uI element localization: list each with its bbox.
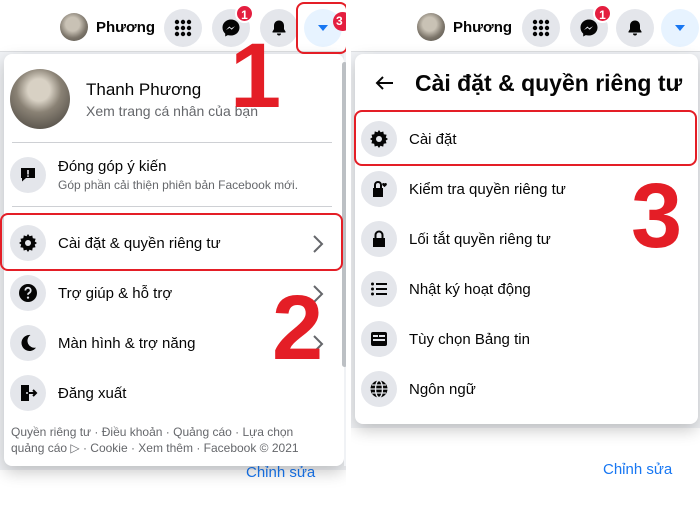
menu-title: Cài đặt & quyền riêng tư xyxy=(415,69,683,96)
feedback-title: Đóng góp ý kiến xyxy=(58,158,167,175)
grid-icon xyxy=(532,19,550,37)
divider xyxy=(12,206,332,207)
top-navigation-bar: Phương 1 3 xyxy=(0,0,346,52)
step-number: 3 xyxy=(631,165,683,267)
news-feed-icon xyxy=(371,332,387,346)
globe-icon xyxy=(370,379,388,399)
notification-badge: 1 xyxy=(235,4,254,23)
menu-grid-button[interactable] xyxy=(522,9,560,47)
right-screenshot: Phương 1 Chỉnh sửa Cài đặt & quyền riêng… xyxy=(351,0,700,525)
edit-link[interactable]: Chỉnh sửa xyxy=(603,461,672,478)
menu-item-label: Lối tắt quyền riêng tư xyxy=(409,230,551,248)
footer-links[interactable]: Quyền riêng tư · Điều khoản · Quảng cáo … xyxy=(11,424,331,456)
menu-item-label: Nhật ký hoạt động xyxy=(409,280,531,298)
feedback-row[interactable]: Đóng góp ý kiến Góp phần cải thiện phiên… xyxy=(10,152,336,198)
profile-chip-name: Phương xyxy=(453,18,513,36)
highlight-box xyxy=(296,2,346,54)
lock-icon xyxy=(373,230,385,247)
list-icon xyxy=(371,282,387,296)
menu-item-activity-log[interactable]: Nhật ký hoạt động xyxy=(361,266,690,312)
caret-down-icon xyxy=(675,25,685,31)
lock-heart-icon xyxy=(373,181,387,197)
menu-item-label: Tùy chọn Bảng tin xyxy=(409,330,530,348)
profile-avatar xyxy=(10,69,70,129)
divider xyxy=(12,142,332,143)
back-button[interactable] xyxy=(369,68,399,98)
menu-item-language[interactable]: Ngôn ngữ xyxy=(361,366,690,412)
menu-item-label: Màn hình & trợ năng xyxy=(58,334,196,352)
step-number: 2 xyxy=(272,277,324,379)
step-number: 1 xyxy=(230,25,282,127)
question-icon xyxy=(19,284,37,302)
profile-chip[interactable]: Phương xyxy=(60,10,155,44)
moon-icon xyxy=(21,334,36,351)
highlight-box xyxy=(0,213,343,271)
menu-item-news-feed-preferences[interactable]: Tùy chọn Bảng tin xyxy=(361,316,690,362)
account-menu-button[interactable] xyxy=(661,9,699,47)
left-screenshot: Phương 1 3 Chỉnh sửa Thanh Phương Xem tr… xyxy=(0,0,346,525)
avatar xyxy=(60,13,88,41)
menu-header: Cài đặt & quyền riêng tư xyxy=(369,68,682,98)
logout-icon xyxy=(21,385,38,401)
menu-item-label: Ngôn ngữ xyxy=(409,380,476,398)
highlight-box xyxy=(354,110,697,166)
arrow-left-icon xyxy=(375,76,393,90)
notifications-button[interactable] xyxy=(616,9,654,47)
footer-line[interactable]: quảng cáo ▷ · Cookie · Xem thêm · Facebo… xyxy=(11,440,331,456)
footer-line[interactable]: Quyền riêng tư · Điều khoản · Quảng cáo … xyxy=(11,424,331,440)
menu-grid-button[interactable] xyxy=(164,9,202,47)
avatar xyxy=(417,13,445,41)
notification-badge: 1 xyxy=(593,4,612,23)
menu-item-label: Trợ giúp & hỗ trợ xyxy=(58,284,173,302)
feedback-subtitle: Góp phần cải thiện phiên bản Facebook mớ… xyxy=(58,178,299,192)
edit-link[interactable]: Chỉnh sửa xyxy=(246,464,315,481)
profile-chip[interactable]: Phương xyxy=(417,10,512,44)
feedback-icon xyxy=(21,168,35,182)
profile-chip-name: Phương xyxy=(96,18,156,36)
feedback-icon-circle xyxy=(10,157,46,193)
profile-row[interactable]: Thanh Phương Xem trang cá nhân của bạn xyxy=(10,64,336,134)
menu-item-label: Kiểm tra quyền riêng tư xyxy=(409,180,566,198)
messenger-button[interactable]: 1 xyxy=(570,4,612,47)
top-navigation-bar: Phương 1 xyxy=(351,0,700,52)
grid-icon xyxy=(174,19,192,37)
bell-icon xyxy=(628,20,642,36)
menu-item-label: Đăng xuất xyxy=(58,384,127,402)
